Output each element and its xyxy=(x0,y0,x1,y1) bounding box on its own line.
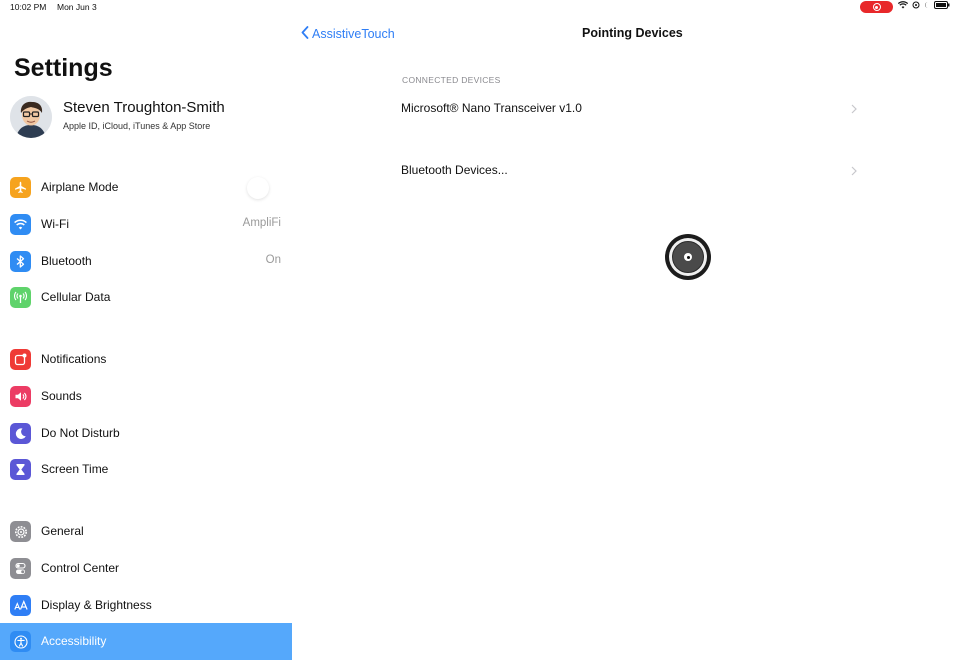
location-icon xyxy=(912,1,920,9)
speaker-icon xyxy=(10,385,31,407)
sidebar-item-control-center[interactable]: Control Center xyxy=(0,550,292,587)
sidebar-title: Settings xyxy=(14,54,113,82)
connected-devices-header: CONNECTED DEVICES xyxy=(402,75,501,85)
settings-group-notifications: Notifications Sounds Do Not Disturb Scre… xyxy=(0,341,292,488)
sidebar-item-bluetooth[interactable]: Bluetooth On xyxy=(0,243,292,280)
sidebar-item-label: Bluetooth xyxy=(41,253,92,268)
text-size-icon xyxy=(10,594,31,616)
gear-icon xyxy=(10,521,31,542)
switches-icon xyxy=(10,557,31,579)
avatar xyxy=(10,96,52,138)
sidebar-item-label: General xyxy=(41,524,84,538)
chevron-right-icon xyxy=(851,163,857,181)
airplane-mode-toggle[interactable] xyxy=(247,177,269,199)
apple-id-profile[interactable]: Steven Troughton-Smith Apple ID, iCloud,… xyxy=(10,96,292,140)
status-time: 10:02 PM xyxy=(10,2,47,12)
wifi-icon xyxy=(10,213,31,235)
device-name: Microsoft® Nano Transceiver v1.0 xyxy=(401,101,582,115)
chevron-right-icon xyxy=(851,101,857,119)
battery-icon xyxy=(934,1,950,9)
sidebar-item-label: Sounds xyxy=(41,388,82,403)
device-row-nano-transceiver[interactable]: Microsoft® Nano Transceiver v1.0 xyxy=(401,94,861,124)
status-bar: 10:02 PM Mon Jun 3 xyxy=(0,0,962,14)
sidebar-item-wifi[interactable]: Wi-Fi AmpliFi xyxy=(0,206,292,243)
sidebar-item-do-not-disturb[interactable]: Do Not Disturb xyxy=(0,415,292,452)
pointing-devices-pane: AssistiveTouch Pointing Devices CONNECTE… xyxy=(292,14,962,666)
sidebar-item-label: Screen Time xyxy=(41,462,109,477)
sidebar-item-label: Display & Brightness xyxy=(41,597,152,612)
sidebar-item-label: Do Not Disturb xyxy=(41,425,120,440)
sidebar-item-label: Wi-Fi xyxy=(41,216,69,231)
wifi-icon xyxy=(898,1,908,9)
sidebar-item-sounds[interactable]: Sounds xyxy=(0,378,292,415)
sidebar-item-accessibility[interactable]: Accessibility xyxy=(0,623,292,661)
bluetooth-icon xyxy=(10,250,31,272)
sidebar-item-cellular-data[interactable]: Cellular Data xyxy=(0,279,292,316)
airplane-icon xyxy=(10,177,31,198)
accessibility-icon xyxy=(10,631,31,653)
chevron-left-icon xyxy=(301,26,309,42)
settings-group-general: General Control Center Display & Brightn… xyxy=(0,513,292,661)
bluetooth-devices-label: Bluetooth Devices... xyxy=(401,163,508,177)
record-icon xyxy=(872,3,881,11)
settings-sidebar: Settings Steven Troughton-Smith Apple ID… xyxy=(0,14,292,666)
moon-icon xyxy=(924,1,930,9)
bluetooth-devices-row[interactable]: Bluetooth Devices... xyxy=(401,156,861,186)
back-button-label: AssistiveTouch xyxy=(312,27,395,41)
status-icons xyxy=(898,1,950,9)
screen-recording-indicator[interactable] xyxy=(860,1,893,13)
sidebar-item-general[interactable]: General xyxy=(0,513,292,550)
bluetooth-status-value: On xyxy=(265,253,281,266)
settings-group-connectivity: Airplane Mode Wi-Fi AmpliFi Bluetooth On… xyxy=(0,169,292,316)
sidebar-item-label: Control Center xyxy=(41,560,120,575)
antenna-icon xyxy=(10,287,31,309)
profile-name: Steven Troughton-Smith xyxy=(63,99,225,116)
pointer-cursor-icon xyxy=(665,234,711,280)
back-button[interactable]: AssistiveTouch xyxy=(301,26,395,42)
sidebar-item-airplane-mode[interactable]: Airplane Mode xyxy=(0,169,292,206)
sidebar-item-screen-time[interactable]: Screen Time xyxy=(0,451,292,488)
sidebar-item-notifications[interactable]: Notifications xyxy=(0,341,292,378)
status-date: Mon Jun 3 xyxy=(57,2,97,12)
sidebar-item-label: Cellular Data xyxy=(41,290,111,305)
profile-subtitle: Apple ID, iCloud, iTunes & App Store xyxy=(63,121,211,131)
notifications-icon xyxy=(10,349,31,370)
page-title: Pointing Devices xyxy=(582,26,683,40)
sidebar-item-label: Notifications xyxy=(41,352,107,366)
hourglass-icon xyxy=(10,459,31,481)
sidebar-item-label: Accessibility xyxy=(41,634,107,649)
wifi-network-value: AmpliFi xyxy=(242,216,281,229)
moon-icon xyxy=(10,422,31,444)
sidebar-item-display-brightness[interactable]: Display & Brightness xyxy=(0,587,292,624)
sidebar-item-label: Airplane Mode xyxy=(41,180,119,194)
